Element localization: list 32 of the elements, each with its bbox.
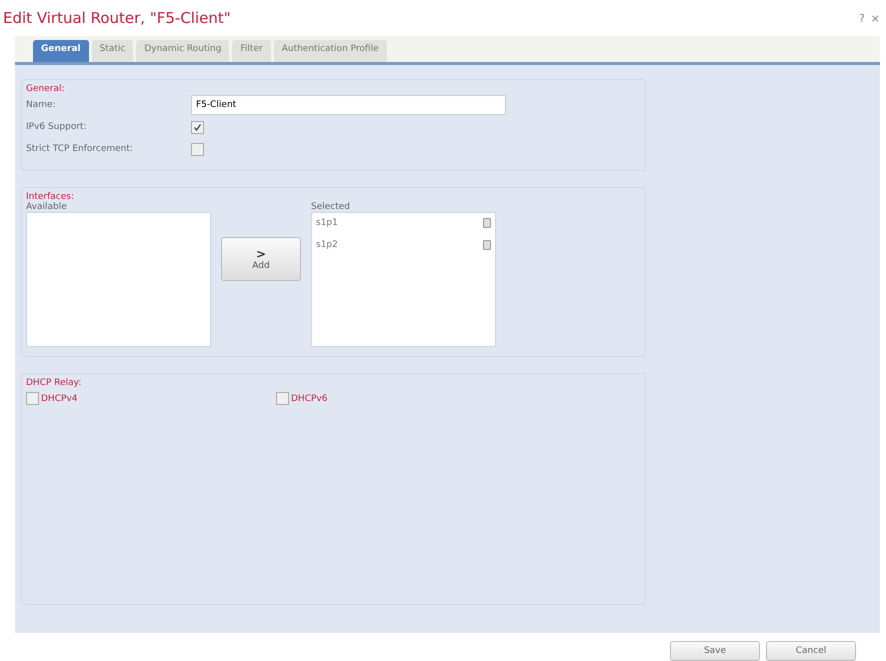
add-button[interactable]: > Add — [221, 237, 301, 281]
help-button[interactable]: ? — [858, 12, 865, 24]
dialog-title: Edit Virtual Router, "F5-Client" — [3, 9, 232, 27]
checkbox[interactable] — [26, 392, 39, 405]
checkbox[interactable] — [276, 392, 289, 405]
tab[interactable]: Authentication Profile — [274, 40, 387, 62]
tab[interactable]: Filter — [232, 40, 271, 62]
trash-icon[interactable] — [483, 239, 491, 250]
selected-list[interactable]: s1p1 s1p2 — [311, 212, 496, 347]
list-item[interactable]: s1p2 — [316, 240, 338, 250]
section-legend: Interfaces: — [26, 192, 639, 202]
checkbox[interactable] — [191, 142, 204, 156]
list-label: Available — [26, 202, 68, 212]
field-label: Name: — [26, 100, 57, 110]
field-label: IPv6 Support: — [26, 122, 88, 132]
trash-icon[interactable] — [483, 217, 491, 228]
dialog-button[interactable]: Cancel — [766, 641, 856, 661]
available-list[interactable] — [26, 212, 211, 347]
tab[interactable]: Static — [92, 40, 134, 62]
checkbox-label: DHCPv4 — [41, 394, 78, 404]
section-legend: General: — [26, 84, 639, 94]
name-field[interactable]: F5-Client — [191, 95, 506, 115]
tab[interactable]: General — [33, 40, 89, 62]
tab[interactable]: Dynamic Routing — [136, 40, 230, 62]
close-button[interactable]: × — [870, 12, 880, 24]
list-label: Selected — [311, 202, 352, 212]
checkbox[interactable] — [191, 120, 204, 134]
dialog-button[interactable]: Save — [670, 641, 760, 661]
list-item[interactable]: s1p1 — [316, 218, 338, 228]
section-legend: DHCP Relay: — [26, 378, 639, 388]
field-label: Strict TCP Enforcement: — [26, 144, 134, 154]
checkbox-label: DHCPv6 — [291, 394, 328, 404]
